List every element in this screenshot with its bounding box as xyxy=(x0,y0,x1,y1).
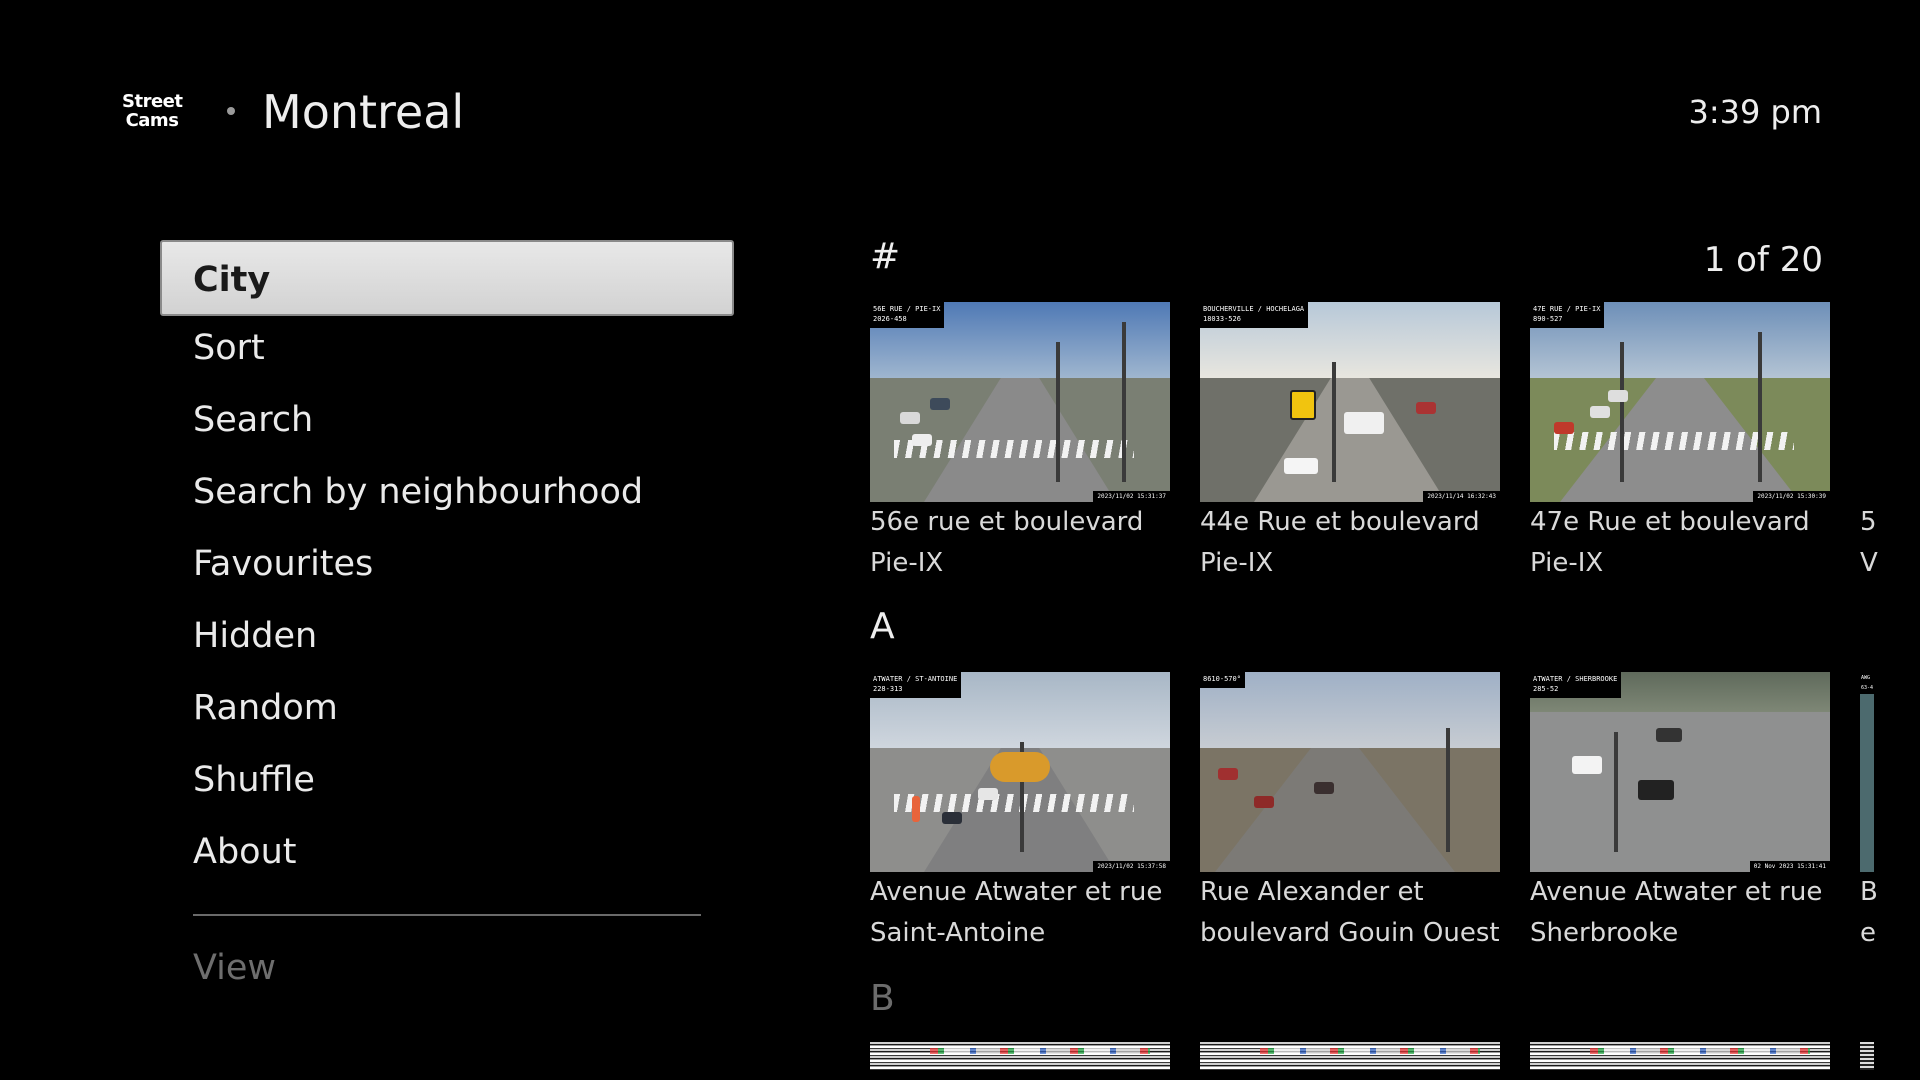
camera-overlay-label: BOUCHERVILLE / HOCHELAGA 18033-526 xyxy=(1200,302,1309,328)
menu-item-about[interactable]: About xyxy=(160,816,734,888)
camera-thumbnail[interactable]: 47E RUE / PIE-IX 890-527 2023/11/02 15:30… xyxy=(1530,302,1830,502)
camera-timestamp: 2023/11/02 15:37:58 xyxy=(1093,861,1170,872)
menu-item-hidden[interactable]: Hidden xyxy=(160,600,734,672)
camera-card[interactable]: 8610-570° Rue Alexander et boulevard Gou… xyxy=(1200,672,1500,954)
menu-item-search[interactable]: Search xyxy=(160,384,734,456)
camera-thumbnail-loading[interactable] xyxy=(1530,1042,1830,1070)
clock: 3:39 pm xyxy=(1688,93,1822,131)
camera-overlay-label: 8610-570° xyxy=(1200,672,1245,688)
app-root: Street Cams Montreal 3:39 pm City Sort S… xyxy=(0,0,1920,1080)
camera-card-peek[interactable]: AWG 63-4 B e xyxy=(1860,672,1920,954)
camera-title: 44e Rue et boulevard Pie-IX xyxy=(1200,507,1480,578)
camera-title: Avenue Atwater et rue Saint-Antoine xyxy=(870,877,1163,948)
camera-title: Rue Alexander et boulevard Gouin Ouest xyxy=(1200,877,1500,948)
camera-thumbnail[interactable]: 56E RUE / PIE-IX 2026-458 2023/11/02 15:3… xyxy=(870,302,1170,502)
camera-overlay-label: 56E RUE / PIE-IX 2026-458 xyxy=(870,302,945,328)
menu-item-shuffle[interactable]: Shuffle xyxy=(160,744,734,816)
street-cams-logo: Street Cams xyxy=(122,91,183,131)
camera-overlay-label: AWG 63-4 xyxy=(1860,672,1874,694)
camera-grid: 1 of 20 # 56E RUE / PIE-IX 2026-458 2023/… xyxy=(870,236,1920,1080)
camera-overlay-label: ATWATER / SHERBROOKE 285-52 xyxy=(1530,672,1622,698)
camera-row-hash: 56E RUE / PIE-IX 2026-458 2023/11/02 15:3… xyxy=(870,302,1920,582)
section-header-a: A xyxy=(870,606,895,647)
camera-thumbnail[interactable]: 8610-570° xyxy=(1200,672,1500,872)
camera-title: B e xyxy=(1860,877,1878,948)
camera-thumbnail-loading[interactable] xyxy=(1860,1042,1874,1070)
city-title: Montreal xyxy=(262,85,465,139)
camera-card-peek[interactable]: 5 V xyxy=(1860,302,1920,584)
page-indicator: 1 of 20 xyxy=(1703,240,1823,280)
menu-divider xyxy=(193,914,701,916)
camera-timestamp: 2023/11/14 16:32:43 xyxy=(1423,491,1500,502)
section-header-hash: # xyxy=(870,236,901,277)
menu-item-sort[interactable]: Sort xyxy=(160,312,734,384)
menu-item-search-by-neighbourhood[interactable]: Search by neighbourhood xyxy=(160,456,734,528)
logo-line-2: Cams xyxy=(125,110,179,131)
camera-thumbnail[interactable]: BOUCHERVILLE / HOCHELAGA 18033-526 2023/1… xyxy=(1200,302,1500,502)
camera-thumbnail[interactable]: AWG 63-4 xyxy=(1860,672,1874,872)
camera-title: 56e rue et boulevard Pie-IX xyxy=(870,507,1144,578)
section-header-b: B xyxy=(870,978,895,1019)
menu-item-city[interactable]: City xyxy=(160,240,734,316)
camera-overlay-label: 47E RUE / PIE-IX 890-527 xyxy=(1530,302,1605,328)
logo-line-1: Street xyxy=(122,91,183,112)
menu-item-view[interactable]: View xyxy=(160,932,734,1004)
camera-card[interactable]: BOUCHERVILLE / HOCHELAGA 18033-526 2023/1… xyxy=(1200,302,1500,584)
camera-timestamp: 2023/11/02 15:30:39 xyxy=(1753,491,1830,502)
header-separator-dot xyxy=(227,107,235,115)
camera-thumbnail[interactable] xyxy=(1860,302,1874,502)
side-menu: City Sort Search Search by neighbourhood… xyxy=(160,240,734,1004)
camera-title: Avenue Atwater et rue Sherbrooke xyxy=(1530,877,1823,948)
camera-title: 5 V xyxy=(1860,507,1878,578)
camera-card[interactable]: 47E RUE / PIE-IX 890-527 2023/11/02 15:30… xyxy=(1530,302,1830,584)
camera-thumbnail[interactable]: ATWATER / SHERBROOKE 285-52 02 Nov 2023 1… xyxy=(1530,672,1830,872)
camera-thumbnail-loading[interactable] xyxy=(1200,1042,1500,1070)
camera-row-a: ATWATER / ST-ANTOINE 228-313 2023/11/02 1… xyxy=(870,672,1920,952)
camera-timestamp: 2023/11/02 15:31:37 xyxy=(1093,491,1170,502)
camera-card[interactable]: ATWATER / ST-ANTOINE 228-313 2023/11/02 1… xyxy=(870,672,1170,954)
camera-timestamp: 02 Nov 2023 15:31:41 xyxy=(1749,861,1830,872)
camera-card[interactable]: 56E RUE / PIE-IX 2026-458 2023/11/02 15:3… xyxy=(870,302,1170,584)
camera-title: 47e Rue et boulevard Pie-IX xyxy=(1530,507,1810,578)
menu-item-random[interactable]: Random xyxy=(160,672,734,744)
camera-thumbnail[interactable]: ATWATER / ST-ANTOINE 228-313 2023/11/02 1… xyxy=(870,672,1170,872)
camera-thumbnail-loading[interactable] xyxy=(870,1042,1170,1070)
camera-card[interactable]: ATWATER / SHERBROOKE 285-52 02 Nov 2023 1… xyxy=(1530,672,1830,954)
menu-item-favourites[interactable]: Favourites xyxy=(160,528,734,600)
camera-overlay-label: ATWATER / ST-ANTOINE 228-313 xyxy=(870,672,962,698)
